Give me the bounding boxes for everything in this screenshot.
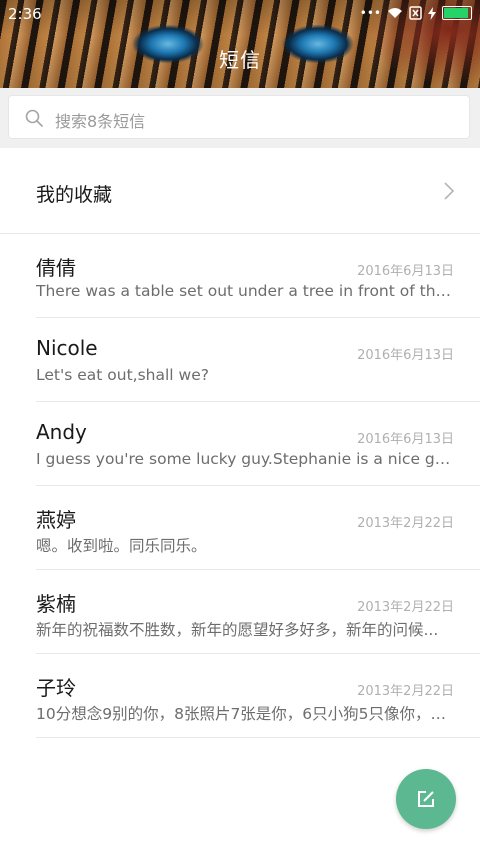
wifi-icon <box>388 8 402 18</box>
message-preview: I guess you're some lucky guy.Stephanie … <box>36 450 454 468</box>
battery-icon <box>442 6 472 20</box>
conversation-row[interactable]: Andy 2016年6月13日 I guess you're some luck… <box>36 402 480 486</box>
message-preview: 新年的祝福数不胜数，新年的愿望好多好多，新年的问候... <box>36 621 439 639</box>
conversation-row[interactable]: Nicole 2016年6月13日 Let's eat out,shall we… <box>36 318 480 402</box>
conversation-row[interactable]: 燕婷 2013年2月22日 嗯。收到啦。同乐同乐。 <box>36 486 480 570</box>
status-bar: 2:36 ••• <box>0 0 480 28</box>
conversation-list: 倩倩 2016年6月13日 There was a table set out … <box>0 234 480 738</box>
message-preview: Let's eat out,shall we? <box>36 366 209 384</box>
message-date: 2016年6月13日 <box>357 348 454 363</box>
chevron-right-icon <box>444 182 454 200</box>
compose-icon <box>418 791 434 807</box>
message-preview: There was a table set out under a tree i… <box>36 282 454 300</box>
more-dots-icon: ••• <box>359 6 381 20</box>
message-date: 2016年6月13日 <box>357 264 454 279</box>
contact-name: 燕婷 <box>36 508 76 532</box>
contact-name: Nicole <box>36 336 98 360</box>
search-icon <box>25 109 43 127</box>
contact-name: Andy <box>36 420 87 444</box>
status-time: 2:36 <box>8 5 42 23</box>
message-date: 2013年2月22日 <box>357 684 454 699</box>
message-date: 2013年2月22日 <box>357 516 454 531</box>
search-input[interactable]: 搜索8条短信 <box>8 95 470 139</box>
compose-button[interactable] <box>396 769 456 829</box>
status-icons: ••• <box>360 6 472 20</box>
charging-icon <box>428 6 436 20</box>
search-area: 搜索8条短信 <box>0 88 480 148</box>
search-placeholder: 搜索8条短信 <box>55 112 146 131</box>
favorites-row[interactable]: 我的收藏 <box>0 150 480 234</box>
conversation-row[interactable]: 倩倩 2016年6月13日 There was a table set out … <box>36 234 480 318</box>
sim-off-icon <box>409 6 422 20</box>
contact-name: 紫楠 <box>36 592 76 616</box>
contact-name: 子玲 <box>36 676 76 700</box>
header-banner: 2:36 ••• 短信 <box>0 0 480 88</box>
favorites-label: 我的收藏 <box>36 184 113 206</box>
battery-fill <box>444 8 468 18</box>
page-title: 短信 <box>219 48 261 72</box>
message-date: 2016年6月13日 <box>357 432 454 447</box>
message-date: 2013年2月22日 <box>357 600 454 615</box>
message-preview: 10分想念9别的你，8张照片7张是你，6只小狗5只像你，4... <box>36 705 454 723</box>
contact-name: 倩倩 <box>36 256 76 280</box>
conversation-row[interactable]: 子玲 2013年2月22日 10分想念9别的你，8张照片7张是你，6只小狗5只像… <box>36 654 480 738</box>
conversation-row[interactable]: 紫楠 2013年2月22日 新年的祝福数不胜数，新年的愿望好多好多，新年的问候.… <box>36 570 480 654</box>
message-preview: 嗯。收到啦。同乐同乐。 <box>36 537 207 555</box>
